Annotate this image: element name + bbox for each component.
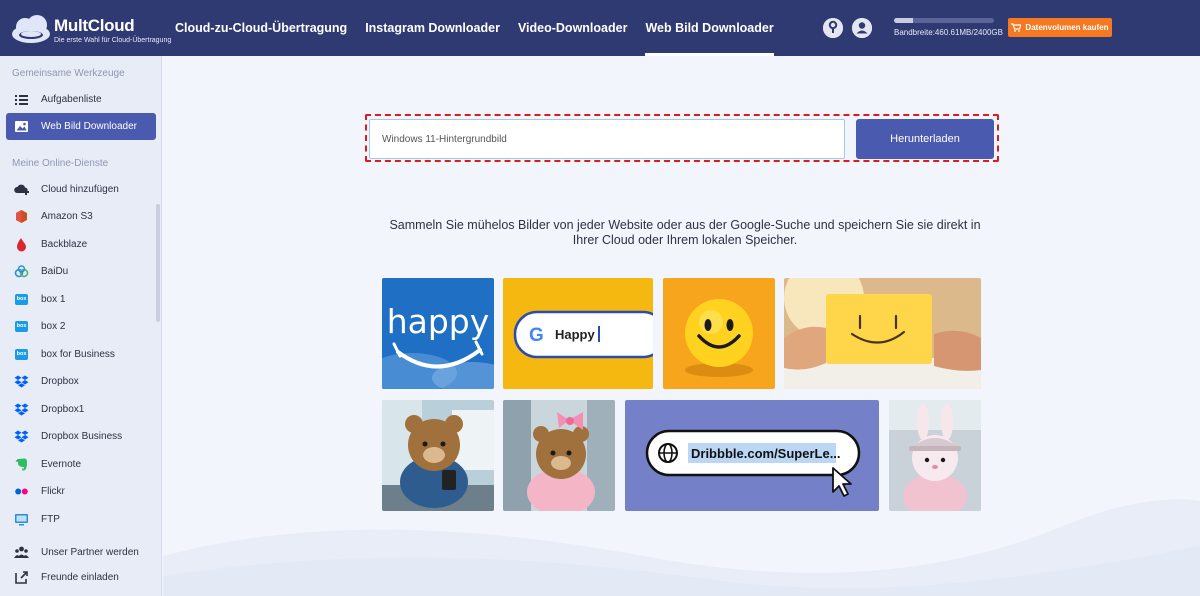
- main-nav: Cloud-zu-Cloud-Übertragung Instagram Dow…: [175, 0, 792, 56]
- sidebar-item-evernote[interactable]: Evernote: [6, 451, 156, 477]
- sidebar-item-flickr[interactable]: Flickr: [6, 478, 156, 504]
- sidebar-item-label: box for Business: [41, 348, 115, 360]
- sidebar-item-label: Unser Partner werden: [41, 546, 139, 558]
- sidebar-item-label: box 2: [41, 320, 66, 332]
- sidebar-item-baidu[interactable]: BaiDu: [6, 258, 156, 284]
- brand[interactable]: MultCloud Die erste Wahl für Cloud-Übert…: [54, 16, 171, 44]
- sample-image-teddy-bear-train: [382, 400, 494, 511]
- box-icon: box: [14, 319, 29, 334]
- sidebar-item-add-cloud[interactable]: Cloud hinzufügen: [6, 176, 156, 202]
- sidebar-item-label: Evernote: [41, 458, 82, 470]
- sample-image-google-happy: G Happy: [503, 278, 653, 389]
- sidebar: Gemeinsame Werkzeuge Aufgabenliste Web B…: [0, 56, 162, 596]
- dropbox-icon: [14, 429, 29, 444]
- share-icon: [14, 570, 29, 585]
- download-button[interactable]: Herunterladen: [856, 119, 994, 159]
- dropbox-icon: [14, 374, 29, 389]
- sidebar-item-label: Amazon S3: [41, 210, 93, 222]
- sidebar-item-label: Backblaze: [41, 238, 88, 250]
- nav-web-image-downloader[interactable]: Web Bild Downloader: [645, 0, 774, 56]
- bandwidth-fill: [894, 18, 913, 23]
- sample-image-url-bar: Dribbble.com/SuperLe...: [625, 400, 879, 511]
- sidebar-item-label: box 1: [41, 293, 66, 305]
- main-content: Herunterladen Sammeln Sie mühelos Bilder…: [163, 56, 1200, 596]
- sidebar-item-invite-friends[interactable]: Freunde einladen: [6, 564, 156, 590]
- sidebar-item-label: Aufgabenliste: [41, 93, 102, 105]
- sample-image-smiley-ball: [663, 278, 775, 389]
- box-icon: box: [14, 292, 29, 307]
- baidu-icon: [14, 264, 29, 279]
- nav-video-downloader[interactable]: Video-Downloader: [518, 0, 628, 56]
- bandwidth-meter: Bandbreite:460.61MB/2400GB: [894, 18, 1003, 37]
- sidebar-item-label: FTP: [41, 513, 60, 525]
- sidebar-item-dropbox1[interactable]: Dropbox1: [6, 396, 156, 422]
- help-icon[interactable]: [823, 18, 843, 38]
- backblaze-icon: [14, 237, 29, 252]
- flickr-icon: [14, 484, 29, 499]
- sidebar-item-ftp[interactable]: FTP: [6, 506, 156, 532]
- evernote-icon: [14, 457, 29, 472]
- sidebar-item-web-image-downloader[interactable]: Web Bild Downloader: [6, 113, 156, 140]
- user-icon[interactable]: [852, 18, 872, 38]
- nav-instagram-downloader[interactable]: Instagram Downloader: [365, 0, 500, 56]
- google-icon: G: [529, 325, 544, 346]
- sidebar-item-label: Freunde einladen: [41, 571, 119, 583]
- description-text: Sammeln Sie mühelos Bilder von jeder Web…: [389, 218, 981, 247]
- sidebar-item-label: Flickr: [41, 485, 65, 497]
- sidebar-item-task-list[interactable]: Aufgabenliste: [6, 86, 156, 112]
- buy-data-label: Datenvolumen kaufen: [1025, 23, 1109, 32]
- sidebar-scrollbar[interactable]: [156, 204, 160, 322]
- sidebar-item-label: Web Bild Downloader: [41, 121, 137, 132]
- section-title-tools: Gemeinsame Werkzeuge: [12, 68, 125, 79]
- sample-image-happy-sky: happy: [382, 278, 494, 389]
- amazon-s3-icon: [14, 209, 29, 224]
- sample-image-sticky-note-smile: [784, 278, 981, 389]
- sidebar-item-label: Dropbox1: [41, 403, 85, 415]
- partner-icon: [14, 545, 29, 560]
- sidebar-item-dropbox-business[interactable]: Dropbox Business: [6, 423, 156, 449]
- add-cloud-icon: [14, 182, 29, 197]
- sidebar-item-amazon-s3[interactable]: Amazon S3: [6, 203, 156, 229]
- sidebar-item-label: Cloud hinzufügen: [41, 183, 119, 195]
- sidebar-item-label: Dropbox: [41, 375, 79, 387]
- sidebar-item-label: BaiDu: [41, 265, 69, 277]
- multcloud-logo-icon[interactable]: [10, 14, 52, 44]
- dropbox-icon: [14, 402, 29, 417]
- sidebar-item-box-for-business[interactable]: box box for Business: [6, 341, 156, 367]
- sidebar-item-backblaze[interactable]: Backblaze: [6, 231, 156, 257]
- sidebar-item-box-2[interactable]: box box 2: [6, 313, 156, 339]
- section-title-services: Meine Online-Dienste: [12, 158, 109, 169]
- url-text: Dribbble.com/SuperLe...: [691, 446, 841, 461]
- ftp-icon: [14, 512, 29, 527]
- sidebar-item-dropbox[interactable]: Dropbox: [6, 368, 156, 394]
- brand-name: MultCloud: [54, 16, 135, 35]
- bandwidth-bar: [894, 18, 994, 23]
- sidebar-item-label: Dropbox Business: [41, 430, 123, 442]
- sample-image-bunny-plush: [889, 400, 981, 511]
- list-icon: [14, 92, 29, 107]
- cart-icon: [1011, 23, 1022, 32]
- sidebar-item-box-1[interactable]: box box 1: [6, 286, 156, 312]
- google-query-text: Happy: [555, 327, 596, 342]
- image-icon: [14, 119, 29, 134]
- search-input[interactable]: [369, 119, 845, 159]
- box-icon: box: [14, 347, 29, 362]
- happy-text: happy: [387, 302, 490, 341]
- bandwidth-text: Bandbreite:460.61MB/2400GB: [894, 28, 1003, 37]
- sidebar-item-become-partner[interactable]: Unser Partner werden: [6, 539, 156, 565]
- brand-tagline: Die erste Wahl für Cloud-Übertragung: [54, 37, 172, 44]
- buy-data-button[interactable]: Datenvolumen kaufen: [1008, 18, 1112, 37]
- top-header: MultCloud Die erste Wahl für Cloud-Übert…: [0, 0, 1200, 56]
- sample-image-bear-pink-bow: [503, 400, 615, 511]
- nav-cloud-transfer[interactable]: Cloud-zu-Cloud-Übertragung: [175, 0, 347, 56]
